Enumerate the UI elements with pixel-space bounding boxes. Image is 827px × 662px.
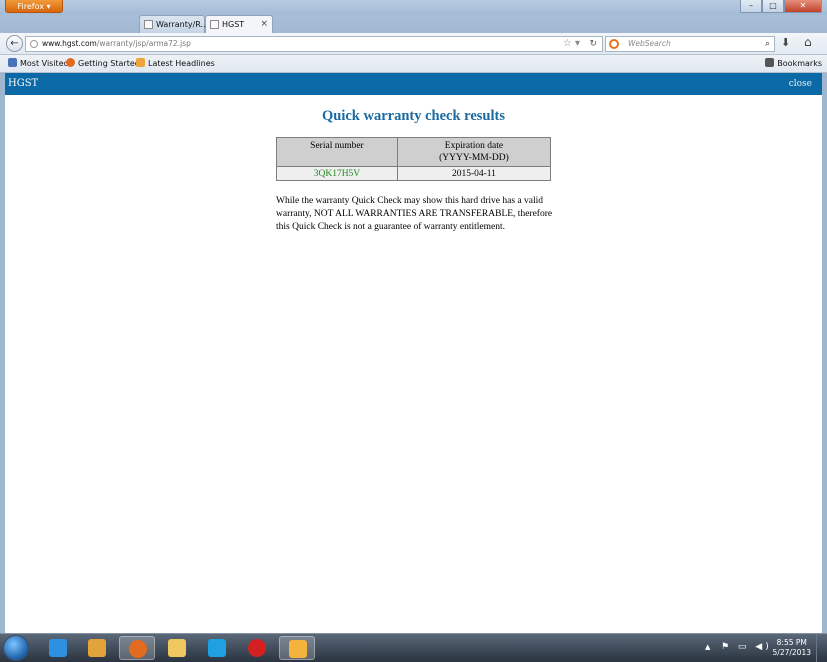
bookmark-latest-headlines[interactable]: Latest Headlines <box>136 55 215 72</box>
taskbar-opera[interactable] <box>239 636 275 660</box>
warranty-notice: While the warranty Quick Check may show … <box>276 196 553 232</box>
search-icon[interactable]: ⌕ <box>765 37 770 51</box>
search-engine-icon[interactable] <box>609 39 619 49</box>
taskbar-file-explorer[interactable] <box>159 636 195 660</box>
taskbar-skype[interactable] <box>199 636 235 660</box>
search-box[interactable]: WebSearch ⌕ <box>605 36 775 52</box>
rss-icon <box>136 58 145 67</box>
serial-number-cell: 3QK17H5V <box>276 166 398 181</box>
window-controls: – □ ✕ <box>740 0 822 13</box>
address-bar[interactable]: www.hgst.com/warranty/jsp/arma72.jsp ☆ ▾… <box>25 36 603 52</box>
tray-icons[interactable]: ⚑ ▭ ◀) <box>721 642 772 652</box>
page-title: Quick warranty check results <box>322 108 505 124</box>
table-row: 3QK17H5V 2015-04-11 <box>276 166 552 181</box>
tab-label: Warranty/R... <box>156 20 209 29</box>
page-icon <box>210 20 219 29</box>
bookmark-star-icon[interactable]: ☆ ▾ <box>563 37 580 51</box>
table-header-row: Serial number Expiration date (YYYY-MM-DD… <box>276 137 552 167</box>
close-window-button[interactable]: ✕ <box>784 0 822 13</box>
bookmark-getting-started[interactable]: Getting Started <box>66 55 140 72</box>
maximize-button[interactable]: □ <box>762 0 784 13</box>
search-placeholder: WebSearch <box>628 39 671 48</box>
column-header-serial: Serial number <box>276 137 398 167</box>
page-icon <box>144 20 153 29</box>
expiration-header-label: Expiration date <box>444 141 504 151</box>
expiration-format-label: (YYYY-MM-DD) <box>439 153 509 163</box>
taskbar-paint[interactable] <box>279 636 315 660</box>
tab-label: HGST <box>222 20 245 29</box>
tab-hgst[interactable]: HGST × <box>205 15 273 33</box>
bookmarks-menu-button[interactable]: Bookmarks <box>765 55 822 72</box>
bookmarks-menu-label: Bookmarks <box>777 59 822 68</box>
site-header: HGST close <box>5 73 822 95</box>
firefox-menu-button[interactable]: Firefox ▾ <box>5 0 63 13</box>
firefox-icon <box>129 640 147 658</box>
column-header-expiration: Expiration date (YYYY-MM-DD) <box>396 137 552 167</box>
taskbar-internet-explorer[interactable] <box>40 636 76 660</box>
warranty-results-table: Serial number Expiration date (YYYY-MM-DD… <box>276 137 552 181</box>
hgst-logo: HGST <box>8 78 39 89</box>
firefox-icon <box>66 58 75 67</box>
tab-close-icon[interactable]: × <box>260 16 268 33</box>
home-icon[interactable]: ⌂ <box>804 35 812 49</box>
show-hidden-icons-icon[interactable]: ▲ <box>705 643 710 651</box>
taskbar-media-player[interactable] <box>79 636 115 660</box>
bookmark-label: Latest Headlines <box>148 59 215 68</box>
taskbar-clock[interactable]: 8:55 PM 5/27/2013 <box>773 638 811 658</box>
downloads-icon[interactable]: ⬇ <box>781 36 790 49</box>
bookmark-most-visited[interactable]: Most Visited <box>8 55 69 72</box>
bookmarks-toolbar: Most Visited Getting Started Latest Head… <box>0 55 827 73</box>
minimize-button[interactable]: – <box>740 0 762 13</box>
navigation-bar: ← www.hgst.com/warranty/jsp/arma72.jsp ☆… <box>0 33 827 55</box>
window-titlebar: Firefox ▾ – □ ✕ <box>0 0 827 15</box>
page-content: HGST close Quick warranty check results … <box>5 73 822 633</box>
clock-time: 8:55 PM <box>776 638 807 647</box>
tab-bar: Warranty/R... HGST × <box>0 15 827 33</box>
bookmark-icon <box>8 58 17 67</box>
paint-icon <box>289 640 307 658</box>
url-text: www.hgst.com/warranty/jsp/arma72.jsp <box>42 39 191 48</box>
taskbar: ▲ ⚑ ▭ ◀) 8:55 PM 5/27/2013 <box>0 633 827 662</box>
back-button[interactable]: ← <box>6 35 23 52</box>
file-explorer-icon <box>168 639 186 657</box>
internet-explorer-icon <box>49 639 67 657</box>
bookmark-label: Most Visited <box>20 59 69 68</box>
skype-icon <box>208 639 226 657</box>
expiration-date-cell: 2015-04-11 <box>396 166 552 181</box>
close-link[interactable]: close <box>789 73 812 95</box>
start-button[interactable] <box>3 635 29 661</box>
system-tray: ▲ ⚑ ▭ ◀) 8:55 PM 5/27/2013 <box>697 634 827 662</box>
show-desktop-button[interactable] <box>816 634 827 662</box>
globe-icon <box>30 40 38 48</box>
tab-warranty[interactable]: Warranty/R... <box>139 15 209 33</box>
taskbar-firefox[interactable] <box>119 636 155 660</box>
reload-icon[interactable]: ↻ <box>589 37 597 51</box>
clock-date: 5/27/2013 <box>772 648 811 657</box>
bookmarks-icon <box>765 58 775 67</box>
firefox-menu-label: Firefox <box>17 2 44 11</box>
media-player-icon <box>88 639 106 657</box>
bookmark-label: Getting Started <box>78 59 140 68</box>
opera-icon <box>248 639 266 657</box>
